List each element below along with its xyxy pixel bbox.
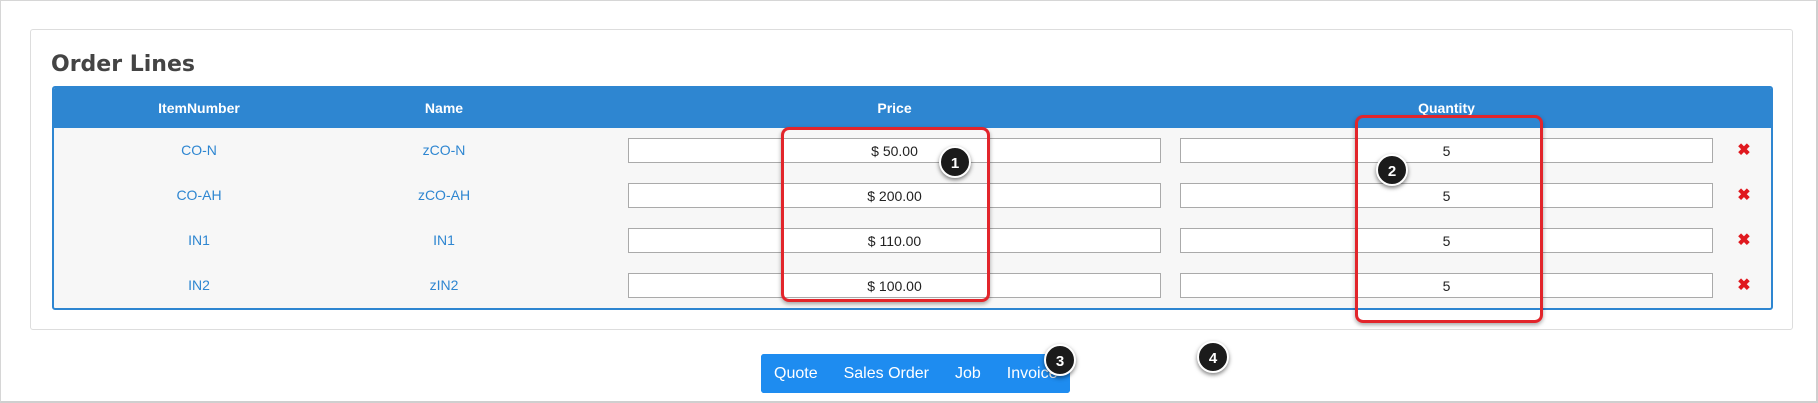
item-number-link[interactable]: CO-AH bbox=[114, 173, 284, 218]
delete-row-icon[interactable]: ✖ bbox=[1734, 263, 1754, 308]
quote-button[interactable]: Quote bbox=[761, 354, 831, 393]
header-price: Price bbox=[877, 100, 912, 116]
delete-row-icon[interactable]: ✖ bbox=[1734, 173, 1754, 218]
delete-row-icon[interactable]: ✖ bbox=[1734, 218, 1754, 263]
header-name: Name bbox=[424, 100, 464, 116]
item-number-link[interactable]: IN2 bbox=[114, 263, 284, 308]
action-button-group: Quote Sales Order Job Invoice bbox=[761, 354, 1071, 393]
callout-badge-4: 4 bbox=[1197, 341, 1229, 373]
item-name-link[interactable]: IN1 bbox=[384, 218, 504, 263]
callout-badge-3: 3 bbox=[1044, 344, 1076, 376]
item-number-link[interactable]: CO-N bbox=[114, 128, 284, 173]
delete-row-icon[interactable]: ✖ bbox=[1734, 128, 1754, 173]
item-name-link[interactable]: zCO-N bbox=[384, 128, 504, 173]
item-number-link[interactable]: IN1 bbox=[114, 218, 284, 263]
job-button[interactable]: Job bbox=[941, 354, 994, 393]
callout-badge-1: 1 bbox=[939, 146, 971, 178]
header-item-number: ItemNumber bbox=[158, 100, 240, 116]
panel-title: Order Lines bbox=[51, 52, 195, 77]
sales-order-button[interactable]: Sales Order bbox=[830, 354, 942, 393]
callout-badge-2: 2 bbox=[1376, 154, 1408, 186]
item-name-link[interactable]: zCO-AH bbox=[384, 173, 504, 218]
quantity-column-highlight bbox=[1355, 115, 1543, 323]
screen-frame: Order Lines ItemNumber Name Price Quanti… bbox=[0, 0, 1818, 403]
item-name-link[interactable]: zIN2 bbox=[384, 263, 504, 308]
